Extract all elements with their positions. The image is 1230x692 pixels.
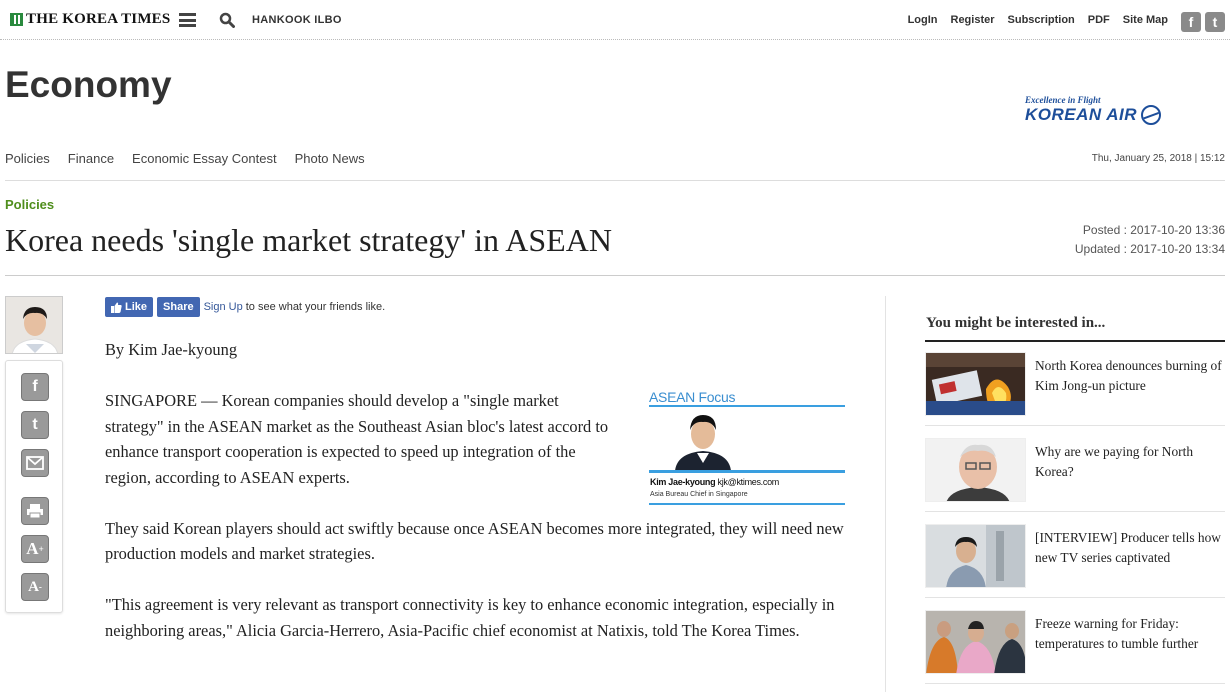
hankook-ilbo-link[interactable]: HANKOOK ILBO — [252, 14, 342, 26]
subnav-policies[interactable]: Policies — [5, 151, 50, 166]
social-links: f t — [1181, 12, 1225, 32]
fb-like-button[interactable]: Like — [105, 297, 154, 317]
current-date: Thu, January 25, 2018 | 15:12 — [1091, 153, 1225, 164]
asean-focus-box: ASEAN Focus Kim Jae-kyoung kjk@ktimes.co… — [649, 389, 845, 506]
divider — [649, 470, 845, 473]
facebook-icon[interactable]: f — [1181, 12, 1201, 32]
ad-tagline: Excellence in Flight — [1025, 95, 1101, 105]
sidebar-item[interactable]: Why are we paying for North Korea? — [925, 438, 1225, 512]
sidebar-thumbnail — [925, 610, 1026, 674]
sidebar-item-title[interactable]: [INTERVIEW] Producer tells how new TV se… — [1035, 528, 1227, 568]
subnav-essay-contest[interactable]: Economic Essay Contest — [132, 151, 277, 166]
divider — [5, 275, 1225, 276]
sidebar-item-title[interactable]: Why are we paying for North Korea? — [1035, 442, 1227, 482]
login-link[interactable]: LogIn — [908, 14, 938, 26]
divider — [925, 683, 1225, 684]
column-separator — [885, 296, 886, 692]
article-paragraph: "This agreement is very relevant as tran… — [105, 595, 835, 640]
pdf-link[interactable]: PDF — [1088, 14, 1110, 26]
twitter-icon[interactable]: t — [21, 411, 49, 439]
top-links: LogIn Register Subscription PDF Site Map — [895, 14, 1168, 26]
section-subnav: Policies Finance Economic Essay Contest … — [5, 151, 383, 166]
sitemap-link[interactable]: Site Map — [1123, 14, 1168, 26]
sidebar-title: You might be interested in... — [926, 315, 1106, 331]
sidebar-thumbnail — [925, 438, 1026, 502]
columnist-photo — [675, 415, 731, 471]
article-meta: Posted : 2017-10-20 13:36 Updated : 2017… — [1075, 221, 1225, 259]
divider — [649, 503, 845, 505]
article-headline: Korea needs 'single market strategy' in … — [5, 222, 612, 258]
divider — [925, 597, 1225, 598]
facebook-widget: Like Share Sign Up to see what your frie… — [105, 297, 385, 317]
font-increase-icon[interactable]: A + — [21, 535, 49, 563]
subnav-photo-news[interactable]: Photo News — [295, 151, 365, 166]
top-bar: THE KOREA TIMES HANKOOK ILBO LogIn Regis… — [0, 0, 1230, 40]
share-toolbox: f t A + A- — [5, 360, 63, 613]
sidebar-item-title[interactable]: North Korea denounces burning of Kim Jon… — [1035, 356, 1227, 396]
print-icon[interactable] — [21, 497, 49, 525]
logo-mark-icon — [10, 13, 23, 26]
article-paragraph: They said Korean players should act swif… — [105, 518, 844, 564]
logo-text: THE KOREA TIMES — [26, 11, 171, 27]
article-paragraph: SINGAPORE — Korean companies should deve… — [105, 391, 609, 487]
sidebar-item-title[interactable]: Freeze warning for Friday: temperatures … — [1035, 614, 1227, 654]
font-decrease-icon[interactable]: A- — [21, 573, 49, 601]
subnav-finance[interactable]: Finance — [68, 151, 114, 166]
updated-time: Updated : 2017-10-20 13:34 — [1074, 242, 1225, 256]
ad-brand: KOREAN AIR — [1025, 105, 1175, 125]
sidebar-item[interactable]: North Korea denounces burning of Kim Jon… — [925, 352, 1225, 426]
ad-brand-text: KOREAN AIR — [1025, 105, 1138, 124]
columnist-role: Asia Bureau Chief in Singapore — [650, 491, 748, 498]
register-link[interactable]: Register — [951, 14, 995, 26]
columnist-name: Kim Jae-kyoung kjk@ktimes.com — [650, 477, 779, 487]
search-icon[interactable] — [219, 12, 235, 28]
divider — [925, 511, 1225, 512]
article-category[interactable]: Policies — [5, 197, 54, 212]
fb-share-button[interactable]: Share — [157, 297, 200, 317]
section-title: Economy — [5, 64, 172, 105]
thumbs-up-icon — [111, 302, 122, 313]
site-logo[interactable]: THE KOREA TIMES — [10, 11, 170, 28]
divider — [925, 340, 1225, 342]
posted-time: Posted : 2017-10-20 13:36 — [1082, 223, 1225, 237]
korean-air-ad[interactable]: Excellence in Flight KOREAN AIR — [1025, 95, 1175, 127]
byline: By Kim Jae-kyoung — [105, 340, 238, 359]
fb-signup-text: to see what your friends like. — [245, 301, 386, 313]
sidebar-thumbnail — [925, 352, 1026, 416]
email-icon[interactable] — [21, 449, 49, 477]
divider — [5, 180, 1225, 181]
facebook-icon[interactable]: f — [21, 373, 49, 401]
subscription-link[interactable]: Subscription — [1008, 14, 1075, 26]
fb-signup-link[interactable]: Sign Up — [204, 301, 243, 313]
divider — [925, 425, 1225, 426]
korean-air-logo-icon — [1141, 105, 1162, 125]
sidebar-item[interactable]: Freeze warning for Friday: temperatures … — [925, 610, 1225, 684]
twitter-icon[interactable]: t — [1205, 12, 1225, 32]
menu-icon[interactable] — [179, 13, 196, 27]
author-avatar — [5, 296, 63, 354]
sidebar-item[interactable]: [INTERVIEW] Producer tells how new TV se… — [925, 524, 1225, 598]
sidebar-thumbnail — [925, 524, 1026, 588]
asean-focus-title: ASEAN Focus — [649, 389, 736, 405]
